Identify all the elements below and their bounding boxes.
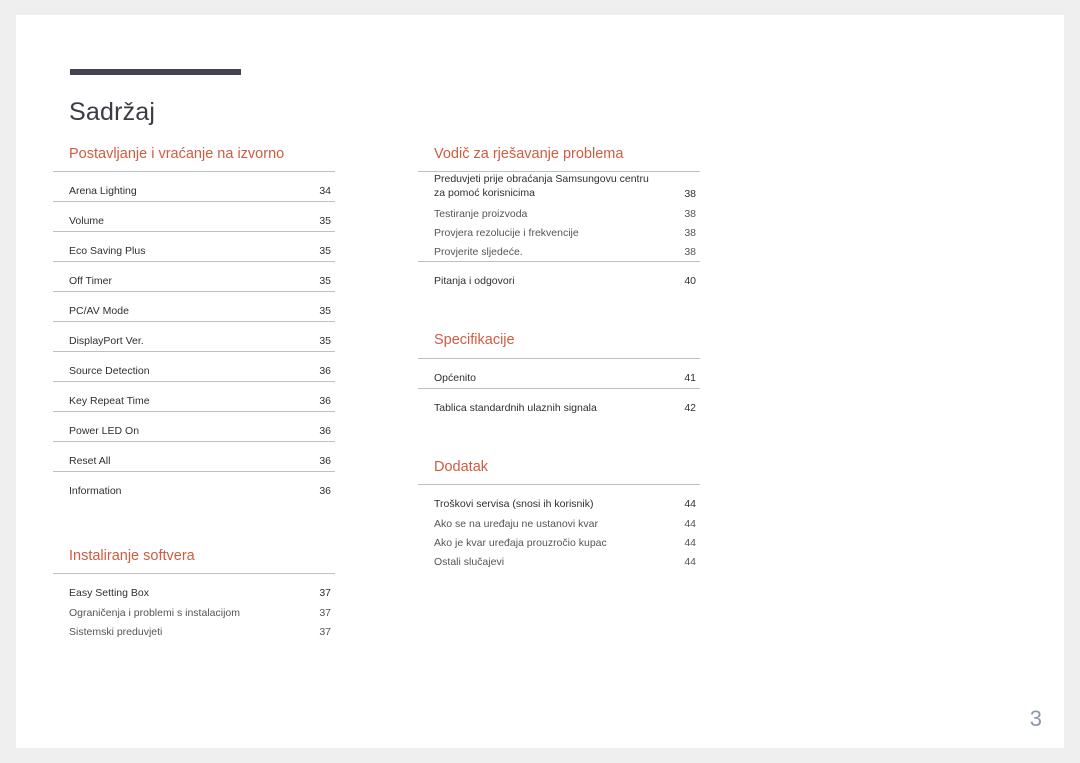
toc-entry-page-number: 35 — [287, 261, 335, 292]
toc-entry-page-number: 42 — [652, 387, 700, 418]
toc-entry-page-number: 38 — [684, 246, 696, 259]
toc-section: Specifikacije Općenito 41 Tablica standardn… — [418, 331, 700, 418]
toc-entry[interactable]: Tablica standardnih ulaznih signala 42 — [418, 387, 700, 418]
toc-entry-label: Troškovi servisa (snosi ih korisnik) — [418, 483, 652, 514]
toc-entry-label: Arena Lighting — [53, 171, 287, 202]
toc-entry-page-number: 36 — [287, 351, 335, 382]
toc-entry-label: Off Timer — [53, 261, 287, 292]
page-number: 3 — [1029, 706, 1042, 731]
toc-section-heading: Instaliranje softvera — [69, 548, 195, 565]
toc-entry-page-number: 35 — [287, 321, 335, 352]
toc-entry-page-number: 37 — [319, 626, 331, 639]
toc-entry-label: Ograničenja i problemi s instalacijom — [69, 607, 240, 620]
toc-entry-table: Općenito 41 Tablica standardnih ulaznih si… — [418, 357, 700, 418]
toc-column-right: Vodič za rješavanje problema Preduvjeti p… — [418, 145, 700, 571]
toc-entry[interactable]: Sistemski preduvjeti 37 — [53, 622, 335, 641]
toc-entry[interactable]: Arena Lighting 34 — [53, 171, 335, 202]
toc-entry-label: Provjerite sljedeće. — [434, 246, 523, 259]
toc-entry-label: Eco Saving Plus — [53, 231, 287, 262]
toc-entry-label: Ostali slučajevi — [434, 555, 505, 568]
toc-entry-label: Općenito — [418, 357, 652, 389]
toc-section-heading: Dodatak — [434, 458, 489, 475]
toc-entry-page-number: 44 — [684, 517, 696, 530]
toc-entry-label: Sistemski preduvjeti — [69, 626, 163, 639]
toc-entry-page-number: 34 — [287, 171, 335, 202]
toc-entry-page-number: 36 — [287, 411, 335, 442]
toc-entry[interactable]: Key Repeat Time 36 — [53, 381, 335, 412]
toc-entry-page-number: 36 — [287, 441, 335, 472]
toc-entry-label: Reset All — [53, 441, 287, 472]
toc-entry-table: Arena Lighting 34 Volume 35 Eco Saving Plus 3… — [53, 171, 335, 502]
toc-entry-table: Troškovi servisa (snosi ih korisnik) 44 Ak… — [418, 483, 700, 571]
toc-entry[interactable]: Power LED On 36 — [53, 411, 335, 442]
toc-entry-page-number: 44 — [684, 536, 696, 549]
toc-entry-label: Ako se na uređaju ne ustanovi kvar — [434, 517, 599, 530]
toc-entry-label: DisplayPort Ver. — [53, 321, 287, 352]
toc-entry-page-number: 38 — [684, 208, 696, 221]
toc-entry[interactable]: Preduvjeti prije obraćanja Samsungovu ce… — [418, 171, 700, 205]
toc-entry[interactable]: Provjerite sljedeće. 38 — [418, 242, 700, 262]
toc-column-left: Postavljanje i vraćanje na izvorno Arena … — [53, 145, 335, 641]
toc-entry-label: Power LED On — [53, 411, 287, 442]
toc-entry[interactable]: DisplayPort Ver. 35 — [53, 321, 335, 352]
toc-entry-page-number: 38 — [652, 171, 700, 205]
toc-section-heading: Vodič za rješavanje problema — [434, 146, 624, 162]
toc-entry[interactable]: Ograničenja i problemi s instalacijom 37 — [53, 603, 335, 622]
toc-entry-page-number: 36 — [287, 471, 335, 502]
page-title: Sadržaj — [69, 97, 156, 126]
toc-section: Dodatak Troškovi servisa (snosi ih korisn… — [418, 458, 700, 571]
toc-entry[interactable]: PC/AV Mode 35 — [53, 291, 335, 322]
toc-entry-page-number: 44 — [684, 555, 696, 568]
toc-entry[interactable]: Općenito 41 — [418, 357, 700, 389]
toc-entry-label: Easy Setting Box — [53, 573, 287, 604]
toc-entry-label: Ako je kvar uređaja prouzročio kupac — [434, 536, 607, 549]
toc-entry-label: Key Repeat Time — [53, 381, 287, 412]
title-accent-rule — [70, 69, 241, 75]
toc-entry[interactable]: Troškovi servisa (snosi ih korisnik) 44 — [418, 483, 700, 514]
toc-entry-page-number: 35 — [287, 291, 335, 322]
toc-entry[interactable]: Source Detection 36 — [53, 351, 335, 382]
toc-entry-page-number: 40 — [652, 261, 700, 292]
toc-entry-page-number: 37 — [319, 607, 331, 620]
toc-entry-label: Tablica standardnih ulaznih signala — [418, 387, 652, 418]
toc-entry-label: Information — [53, 471, 287, 502]
toc-entry-label: Testiranje proizvoda — [434, 208, 528, 221]
toc-entry[interactable]: Pitanja i odgovori 40 — [418, 261, 700, 292]
toc-section: Instaliranje softvera Easy Setting Box 37 O… — [53, 547, 335, 641]
toc-entry-page-number: 38 — [684, 227, 696, 240]
toc-entry-page-number: 35 — [287, 201, 335, 232]
toc-entry[interactable]: Reset All 36 — [53, 441, 335, 472]
toc-entry-label: Pitanja i odgovori — [418, 261, 652, 292]
toc-section: Postavljanje i vraćanje na izvorno Arena … — [53, 145, 335, 502]
toc-entry[interactable]: Eco Saving Plus 35 — [53, 231, 335, 262]
toc-entry[interactable]: Information 36 — [53, 471, 335, 502]
toc-entry-page-number: 44 — [652, 483, 700, 514]
toc-entry[interactable]: Ako se na uređaju ne ustanovi kvar 44 — [418, 514, 700, 533]
toc-entry-label: Preduvjeti prije obraćanja Samsungovu ce… — [418, 171, 652, 205]
toc-entry-page-number: 35 — [287, 231, 335, 262]
toc-entry[interactable]: Ostali slučajevi 44 — [418, 552, 700, 571]
toc-section: Vodič za rješavanje problema Preduvjeti p… — [418, 145, 700, 292]
toc-entry[interactable]: Easy Setting Box 37 — [53, 573, 335, 604]
document-page: Sadržaj Postavljanje i vraćanje na izvor… — [16, 15, 1064, 748]
toc-entry-page-number: 37 — [287, 573, 335, 604]
toc-entry[interactable]: Testiranje proizvoda 38 — [418, 204, 700, 223]
toc-entry[interactable]: Off Timer 35 — [53, 261, 335, 292]
toc-entry-label: Source Detection — [53, 351, 287, 382]
toc-entry-table: Preduvjeti prije obraćanja Samsungovu ce… — [418, 171, 700, 292]
toc-entry[interactable]: Volume 35 — [53, 201, 335, 232]
toc-section-heading: Specifikacije — [434, 332, 515, 349]
toc-entry-label: Provjera rezolucije i frekvencije — [434, 227, 579, 240]
toc-entry-page-number: 41 — [652, 357, 700, 389]
toc-entry-table: Easy Setting Box 37 Ograničenja i problemi… — [53, 573, 335, 641]
toc-entry-page-number: 36 — [287, 381, 335, 412]
toc-entry-label: Volume — [53, 201, 287, 232]
toc-entry-label: PC/AV Mode — [53, 291, 287, 322]
toc-entry[interactable]: Provjera rezolucije i frekvencije 38 — [418, 223, 700, 242]
toc-section-heading: Postavljanje i vraćanje na izvorno — [69, 146, 285, 162]
toc-entry[interactable]: Ako je kvar uređaja prouzročio kupac 44 — [418, 533, 700, 552]
